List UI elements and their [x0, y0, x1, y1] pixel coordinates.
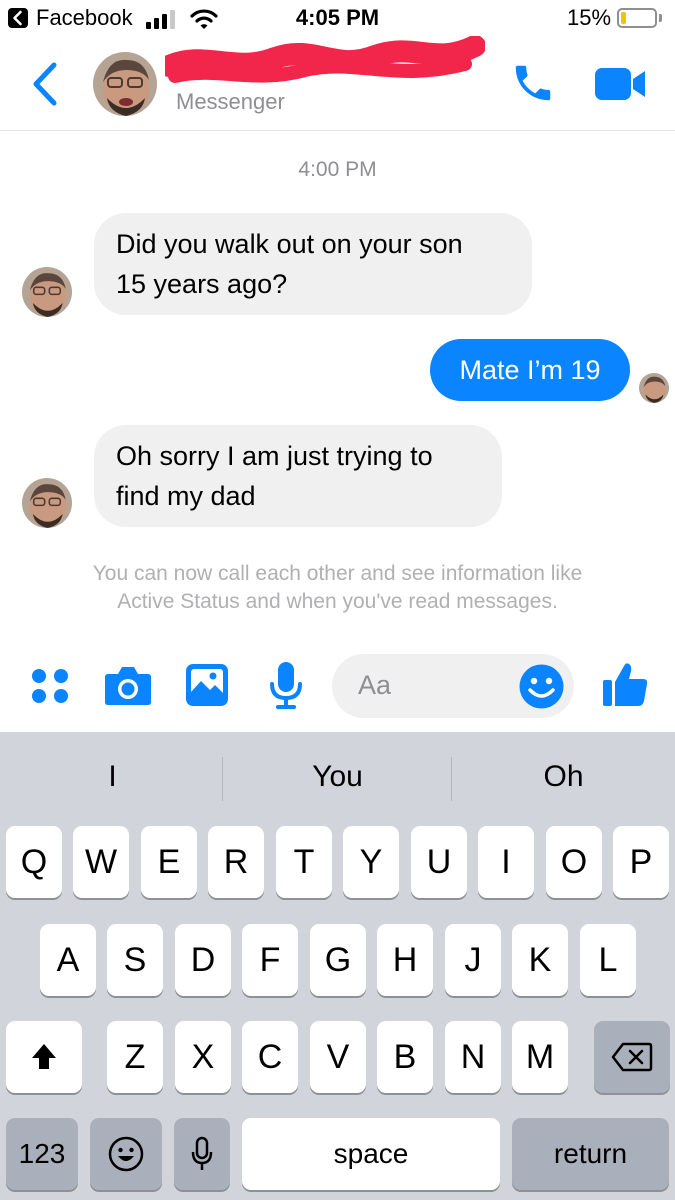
- message-line: Mate I’m 19: [459, 355, 601, 385]
- key-t[interactable]: T: [276, 826, 332, 898]
- contact-avatar[interactable]: [93, 52, 157, 116]
- key-s[interactable]: S: [107, 924, 163, 996]
- delete-key[interactable]: [594, 1021, 670, 1093]
- key-k[interactable]: K: [512, 924, 568, 996]
- key-y[interactable]: Y: [343, 826, 399, 898]
- key-v[interactable]: V: [310, 1021, 366, 1093]
- sender-avatar[interactable]: [22, 478, 72, 528]
- return-key[interactable]: return: [512, 1118, 669, 1190]
- backspace-icon: [611, 1042, 653, 1072]
- key-u[interactable]: U: [411, 826, 467, 898]
- message-line: Oh sorry I am just trying to: [116, 441, 433, 471]
- emoji-icon[interactable]: [519, 664, 564, 714]
- suggestion-divider: [222, 757, 223, 801]
- message-line: Did you walk out on your son: [116, 229, 463, 259]
- emoji-keyboard-icon: [108, 1136, 144, 1172]
- key-w[interactable]: W: [73, 826, 129, 898]
- space-key[interactable]: space: [242, 1118, 500, 1190]
- battery-tip: [659, 14, 662, 22]
- key-b[interactable]: B: [377, 1021, 433, 1093]
- key-x[interactable]: X: [175, 1021, 231, 1093]
- key-g[interactable]: G: [310, 924, 366, 996]
- suggestion-3[interactable]: Oh: [451, 760, 675, 794]
- sender-avatar[interactable]: [22, 267, 72, 317]
- connection-info-text: You can now call each other and see info…: [30, 560, 645, 616]
- image-icon[interactable]: [186, 664, 228, 711]
- info-line: Active Status and when you've read messa…: [117, 590, 558, 613]
- key-j[interactable]: J: [445, 924, 501, 996]
- key-a[interactable]: A: [40, 924, 96, 996]
- key-c[interactable]: C: [242, 1021, 298, 1093]
- dictation-key[interactable]: [174, 1118, 230, 1190]
- incoming-message[interactable]: Did you walk out on your son 15 years ag…: [94, 213, 532, 315]
- suggestion-2[interactable]: You: [225, 760, 450, 794]
- key-l[interactable]: L: [580, 924, 636, 996]
- microphone-key-icon: [191, 1136, 213, 1170]
- key-z[interactable]: Z: [107, 1021, 163, 1093]
- message-timestamp: 4:00 PM: [298, 158, 377, 181]
- video-camera-icon[interactable]: [595, 68, 647, 105]
- info-line: You can now call each other and see info…: [92, 562, 583, 585]
- key-i[interactable]: I: [478, 826, 534, 898]
- apps-icon[interactable]: [30, 666, 70, 711]
- camera-icon[interactable]: [104, 664, 152, 711]
- emoji-keyboard-key[interactable]: [90, 1118, 162, 1190]
- shift-key[interactable]: [6, 1021, 82, 1093]
- key-q[interactable]: Q: [6, 826, 62, 898]
- back-chevron-icon[interactable]: [30, 62, 60, 111]
- numbers-key[interactable]: 123: [6, 1118, 78, 1190]
- redacted-contact-name: [158, 35, 486, 97]
- key-o[interactable]: O: [546, 826, 602, 898]
- message-line: 15 years ago?: [116, 269, 288, 299]
- key-p[interactable]: P: [613, 826, 669, 898]
- suggestion-1[interactable]: I: [0, 760, 225, 794]
- contact-subtitle: Messenger: [176, 89, 285, 114]
- incoming-message[interactable]: Oh sorry I am just trying to find my dad: [94, 425, 502, 527]
- key-e[interactable]: E: [141, 826, 197, 898]
- message-line: find my dad: [116, 481, 256, 511]
- message-input-placeholder: Aa: [358, 670, 392, 700]
- key-r[interactable]: R: [208, 826, 264, 898]
- key-h[interactable]: H: [377, 924, 433, 996]
- phone-icon[interactable]: [510, 60, 556, 111]
- key-f[interactable]: F: [242, 924, 298, 996]
- key-n[interactable]: N: [445, 1021, 501, 1093]
- battery-icon: [617, 8, 657, 28]
- outgoing-message[interactable]: Mate I’m 19: [430, 339, 630, 401]
- key-d[interactable]: D: [175, 924, 231, 996]
- key-m[interactable]: M: [512, 1021, 568, 1093]
- read-receipt-avatar: [639, 373, 669, 403]
- thumbs-up-icon[interactable]: [602, 660, 650, 713]
- battery-percent: 15%: [567, 5, 612, 30]
- shift-icon: [32, 1044, 56, 1069]
- battery-level: [621, 12, 626, 24]
- microphone-icon[interactable]: [268, 660, 304, 715]
